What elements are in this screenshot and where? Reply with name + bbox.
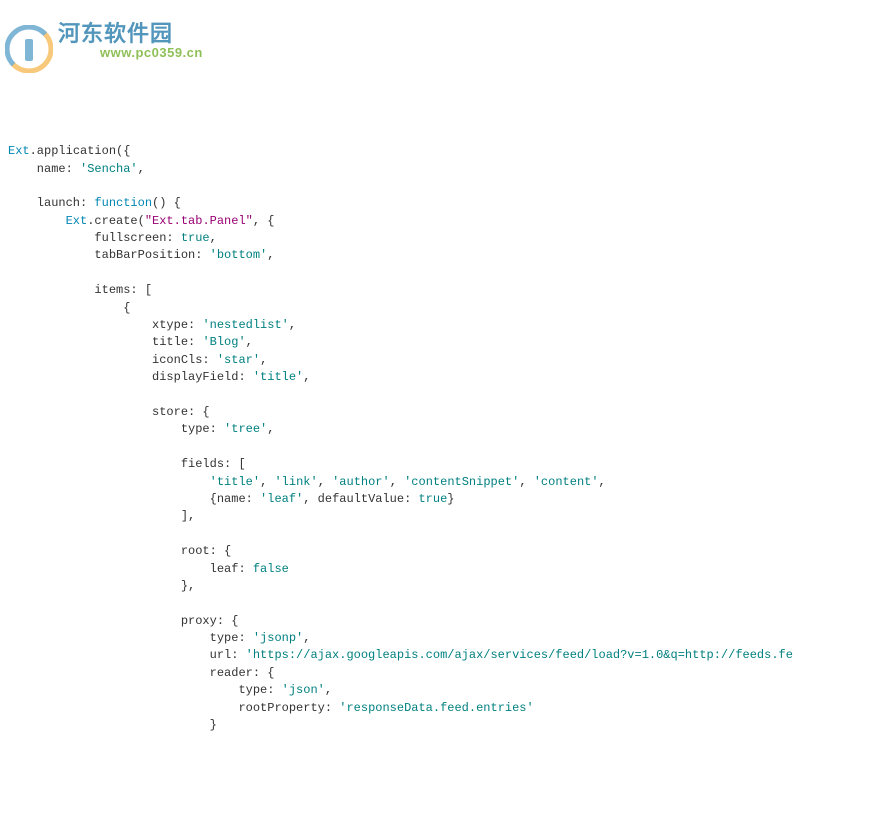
code-token: Ext: [8, 144, 30, 158]
code-token: () {: [152, 196, 181, 210]
code-token: items: [: [8, 283, 152, 297]
code-token: [8, 475, 210, 489]
code-token: 'title': [210, 475, 260, 489]
code-token: [8, 179, 15, 193]
code-token: ,: [210, 231, 217, 245]
code-token: [8, 596, 15, 610]
code-token: [8, 388, 15, 402]
code-block: Ext.application({ name: 'Sencha', launch…: [8, 143, 876, 734]
code-token: ,: [303, 631, 310, 645]
code-token: type:: [8, 422, 224, 436]
code-token: 'title': [253, 370, 303, 384]
code-token: ,: [519, 475, 533, 489]
watermark-url: www.pc0359.cn: [100, 44, 203, 63]
code-token: ,: [318, 475, 332, 489]
code-token: name:: [8, 162, 80, 176]
code-token: 'nestedlist': [202, 318, 288, 332]
code-token: 'tree': [224, 422, 267, 436]
code-token: ,: [599, 475, 606, 489]
code-token: function: [94, 196, 152, 210]
code-token: },: [8, 579, 195, 593]
code-token: ,: [260, 353, 267, 367]
code-token: reader: {: [8, 666, 274, 680]
code-token: proxy: {: [8, 614, 238, 628]
watermark-logo: [5, 8, 53, 80]
code-token: 'bottom': [210, 248, 268, 262]
code-token: 'link': [274, 475, 317, 489]
code-token: 'content': [534, 475, 599, 489]
code-token: ,: [303, 370, 310, 384]
code-token: ,: [260, 475, 274, 489]
code-token: ,: [390, 475, 404, 489]
code-token: url:: [8, 648, 246, 662]
code-token: "Ext.tab.Panel": [145, 214, 253, 228]
code-token: type:: [8, 683, 282, 697]
code-token: 'jsonp': [253, 631, 303, 645]
code-token: type:: [8, 631, 253, 645]
code-token: launch:: [8, 196, 94, 210]
code-token: true: [418, 492, 447, 506]
code-token: 'star': [217, 353, 260, 367]
code-token: rootProperty:: [8, 701, 339, 715]
code-token: [8, 440, 15, 454]
code-token: }: [8, 718, 217, 732]
code-token: false: [253, 562, 289, 576]
code-token: 'json': [282, 683, 325, 697]
code-token: store: {: [8, 405, 210, 419]
code-token: xtype:: [8, 318, 202, 332]
code-token: title:: [8, 335, 202, 349]
code-token: {: [8, 301, 130, 315]
code-token: Ext: [8, 214, 87, 228]
code-token: ,: [267, 248, 274, 262]
code-token: ,: [267, 422, 274, 436]
code-token: ,: [289, 318, 296, 332]
code-token: {name:: [8, 492, 260, 506]
code-token: fullscreen:: [8, 231, 181, 245]
code-token: 'responseData.feed.entries': [339, 701, 533, 715]
code-token: true: [181, 231, 210, 245]
code-token: , {: [253, 214, 275, 228]
code-token: .application({: [30, 144, 131, 158]
code-token: .create(: [87, 214, 145, 228]
code-token: 'Blog': [202, 335, 245, 349]
code-token: 'leaf': [260, 492, 303, 506]
code-token: , defaultValue:: [303, 492, 418, 506]
code-token: root: {: [8, 544, 231, 558]
code-token: ,: [325, 683, 332, 697]
code-token: [8, 527, 15, 541]
code-token: 'contentSnippet': [404, 475, 519, 489]
code-token: [8, 266, 15, 280]
code-token: leaf:: [8, 562, 253, 576]
code-token: 'author': [332, 475, 390, 489]
code-token: ,: [246, 335, 253, 349]
code-token: }: [447, 492, 454, 506]
code-token: 'https://ajax.googleapis.com/ajax/servic…: [246, 648, 793, 662]
code-token: 'Sencha': [80, 162, 138, 176]
code-token: fields: [: [8, 457, 246, 471]
code-token: tabBarPosition:: [8, 248, 210, 262]
code-token: iconCls:: [8, 353, 217, 367]
code-token: ,: [138, 162, 145, 176]
code-token: ],: [8, 509, 195, 523]
code-token: displayField:: [8, 370, 253, 384]
